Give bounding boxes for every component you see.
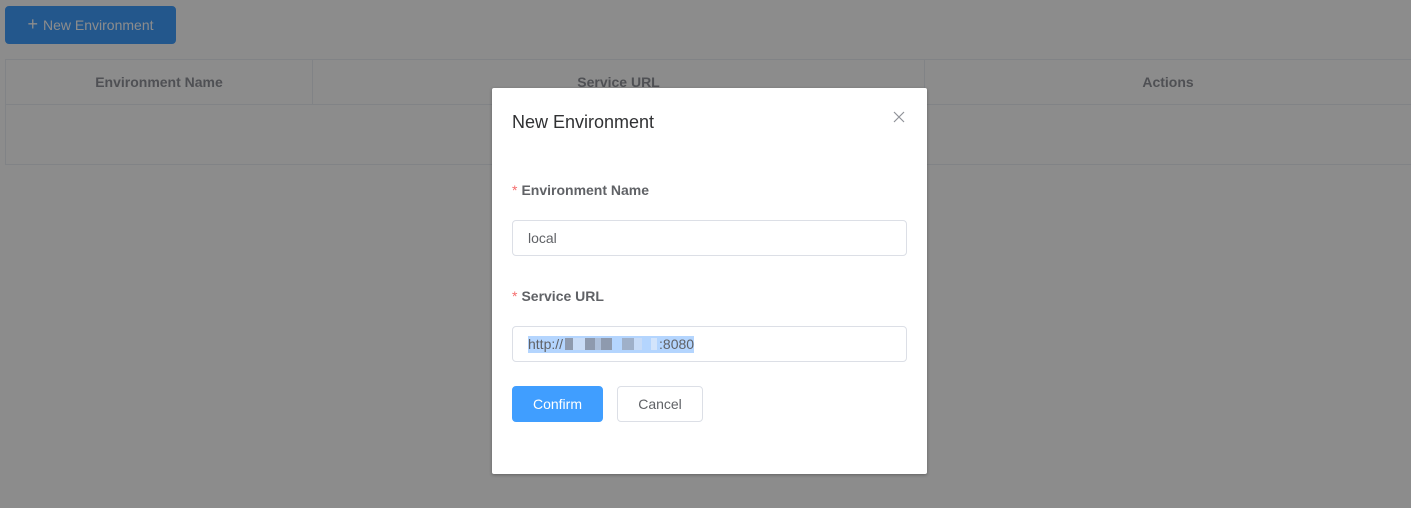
required-mark: *	[512, 288, 518, 304]
dialog-close-button[interactable]	[890, 108, 908, 126]
environment-name-input[interactable]	[512, 220, 907, 256]
service-url-input[interactable]: http:// :8080	[512, 326, 907, 362]
redacted-host-block	[565, 338, 658, 350]
url-suffix: :8080	[659, 335, 695, 352]
service-url-label-text: Service URL	[521, 288, 604, 304]
dialog-title: New Environment	[512, 112, 655, 132]
required-mark: *	[512, 182, 518, 198]
cancel-button[interactable]: Cancel	[617, 386, 703, 422]
selected-url-text: http:// :8080	[528, 335, 695, 353]
url-prefix: http://	[528, 335, 564, 352]
close-icon	[893, 111, 905, 123]
new-environment-dialog: New Environment *Environment Name *Servi…	[492, 88, 927, 474]
service-url-label: * Service URL	[512, 286, 604, 306]
confirm-button[interactable]: Confirm	[512, 386, 603, 422]
environment-name-label: * Environment Name	[512, 180, 649, 200]
environment-name-label-text: Environment Name	[521, 182, 650, 198]
